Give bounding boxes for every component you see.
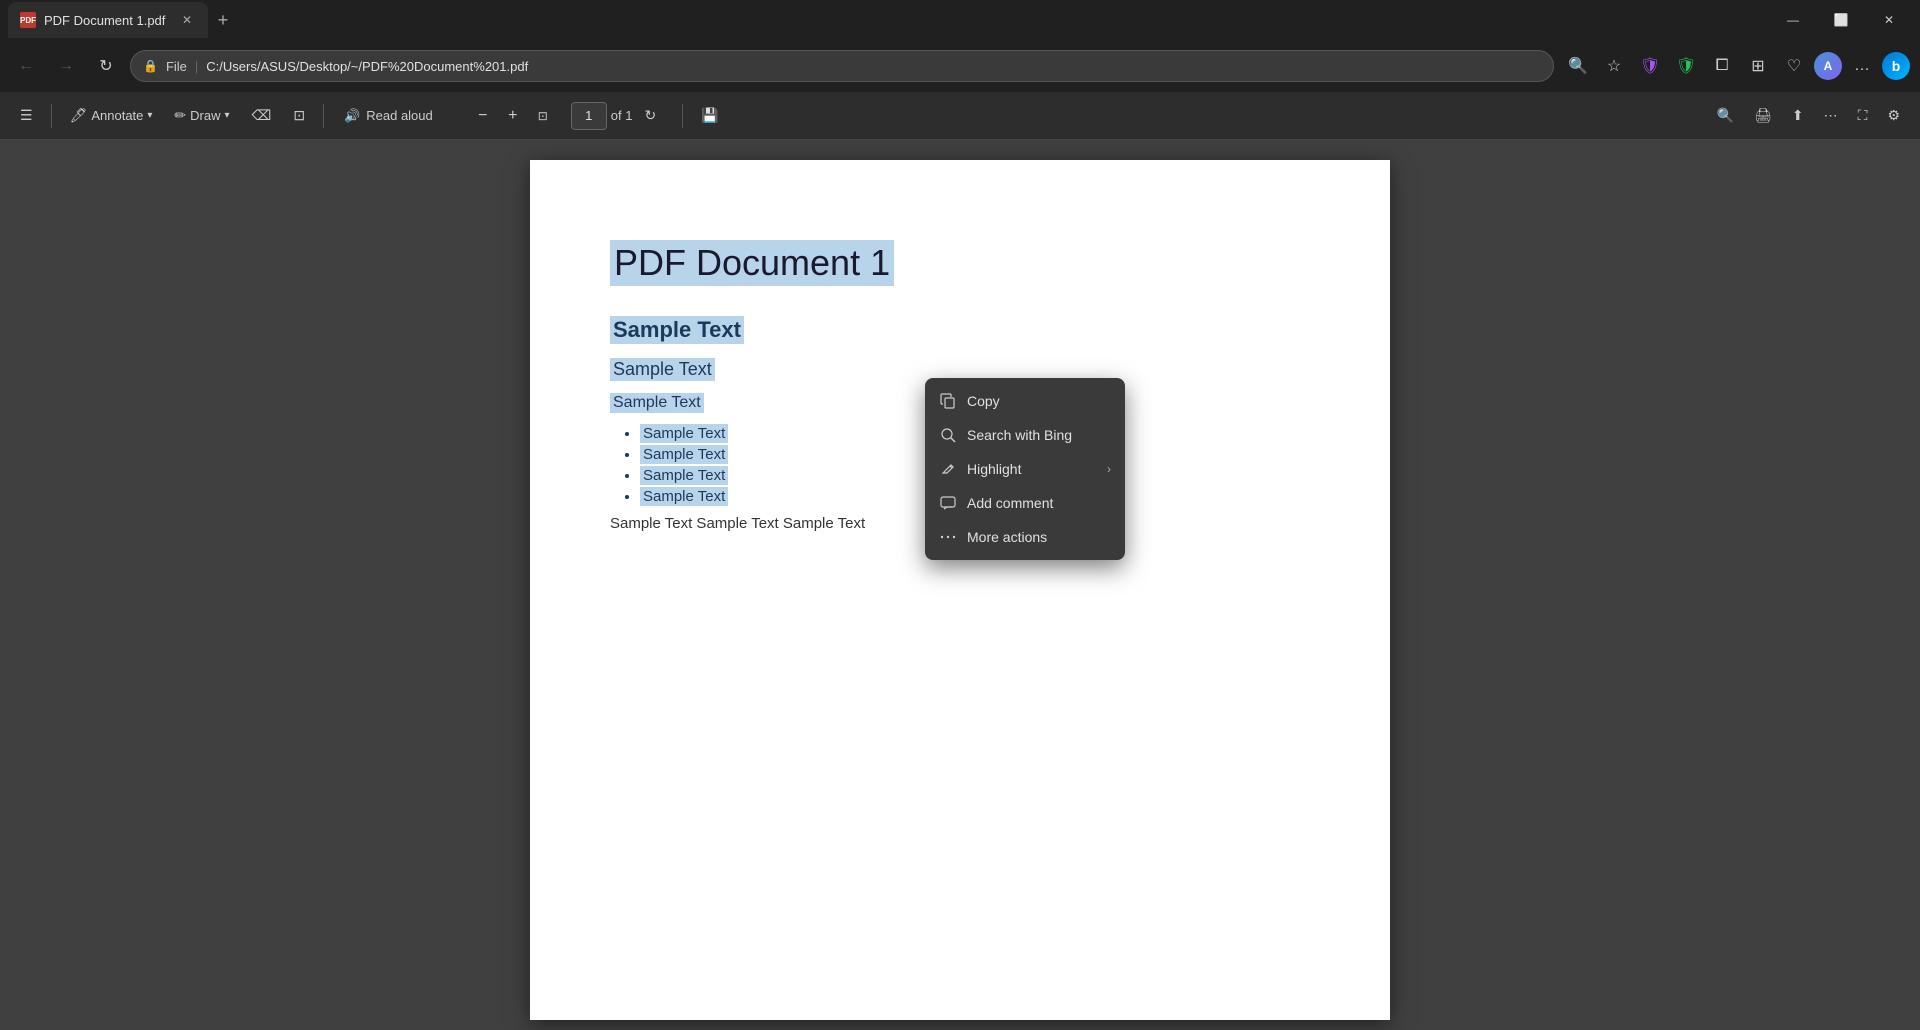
rotate-button[interactable]: ↻ (636, 100, 664, 132)
fullscreen-button[interactable]: ⛶ (1850, 100, 1876, 132)
active-tab[interactable]: PDF PDF Document 1.pdf ✕ (8, 2, 208, 38)
highlight-arrow: › (1107, 462, 1111, 476)
sidebar-icon: ☰ (20, 107, 33, 124)
zoom-out-button[interactable]: − (469, 102, 497, 130)
draw-label: Draw (190, 108, 220, 123)
read-aloud-icon: 🔊 (344, 108, 360, 124)
pdf-heading-4: Sample Text (610, 393, 704, 413)
eraser-icon: ⌫ (252, 107, 272, 124)
context-menu-highlight[interactable]: Highlight › (925, 452, 1125, 486)
tab-favicon: PDF (20, 12, 36, 28)
more-options-icon[interactable]: … (1846, 50, 1878, 82)
more-actions-icon: ⋯ (1824, 107, 1838, 124)
pdf-content-area: PDF Document 1 Sample Text Sample Text S… (0, 140, 1920, 1030)
read-aloud-label: Read aloud (366, 108, 433, 123)
save-button[interactable]: 💾 (693, 100, 726, 132)
comment-icon (939, 494, 957, 512)
context-menu-more-actions[interactable]: More actions (925, 520, 1125, 554)
pdf-toolbar-right: 🔍 🖨 ⬆ ⋯ ⛶ ⚙ (1709, 100, 1908, 132)
more-pdf-actions-button[interactable]: ⋯ (1816, 100, 1846, 132)
favorites-list-icon[interactable]: ♡ (1778, 50, 1810, 82)
share-button[interactable]: ⬆ (1784, 100, 1812, 132)
annotate-icon: 🖊 (70, 107, 88, 124)
more-actions-menu-icon (939, 528, 957, 546)
address-input[interactable]: 🔒 File | C:/Users/ASUS/Desktop/~/PDF%20D… (130, 50, 1554, 82)
page-number-input[interactable] (571, 102, 607, 130)
pdf-page: PDF Document 1 Sample Text Sample Text S… (530, 160, 1390, 1020)
page-controls: of 1 ↻ (571, 100, 664, 132)
tab-title: PDF Document 1.pdf (44, 13, 165, 28)
maximize-button[interactable]: ⬜ (1818, 4, 1864, 36)
fullscreen-icon: ⛶ (1858, 107, 1868, 124)
annotate-dropdown-icon: ▾ (147, 110, 152, 121)
page-of-text: of 1 (611, 108, 633, 123)
print-button[interactable]: 🖨 (1746, 100, 1780, 132)
draw-dropdown-icon: ▾ (225, 110, 230, 121)
address-separator: | (195, 59, 198, 74)
split-screen-icon[interactable]: ⊞ (1742, 50, 1774, 82)
new-tab-button[interactable]: + (208, 5, 238, 35)
search-bing-label: Search with Bing (967, 427, 1072, 443)
draw-icon: ✏ (174, 107, 186, 124)
context-menu: Copy Search with Bing Hi (925, 378, 1125, 560)
tab-bar: PDF PDF Document 1.pdf ✕ + (8, 0, 238, 40)
lock-icon: 🔒 (143, 59, 158, 73)
url-text: C:/Users/ASUS/Desktop/~/PDF%20Document%2… (206, 59, 1541, 74)
context-menu-search[interactable]: Search with Bing (925, 418, 1125, 452)
draw-button[interactable]: ✏ Draw ▾ (166, 100, 237, 132)
shield-green-icon[interactable]: 🛡 (1670, 50, 1702, 82)
tab-close-button[interactable]: ✕ (178, 11, 196, 29)
highlight-label: Highlight (967, 461, 1021, 477)
zoom-in-button[interactable]: + (499, 102, 527, 130)
copy-icon (939, 392, 957, 410)
toolbar-icons: 🔍 ☆ 🛡 🛡 ⧠ ⊞ ♡ A … b (1562, 50, 1910, 82)
profile-avatar[interactable]: A (1814, 52, 1842, 80)
forward-button[interactable]: → (50, 50, 82, 82)
pdf-document-title: PDF Document 1 (610, 240, 894, 286)
context-menu-copy[interactable]: Copy (925, 384, 1125, 418)
refresh-button[interactable]: ↻ (90, 50, 122, 82)
read-aloud-button[interactable]: 🔊 Read aloud (334, 100, 443, 132)
settings-icon: ⚙ (1887, 107, 1900, 124)
address-bar: ← → ↻ 🔒 File | C:/Users/ASUS/Desktop/~/P… (0, 40, 1920, 92)
fit-page-icon: ⊡ (293, 107, 305, 124)
annotate-button[interactable]: 🖊 Annotate ▾ (62, 100, 161, 132)
title-bar: PDF PDF Document 1.pdf ✕ + — ⬜ ✕ (0, 0, 1920, 40)
search-button[interactable]: 🔍 (1709, 100, 1742, 132)
minimize-button[interactable]: — (1770, 4, 1816, 36)
fit-button[interactable]: ⊡ (529, 102, 557, 130)
add-comment-label: Add comment (967, 495, 1053, 511)
eraser-button[interactable]: ⌫ (244, 100, 280, 132)
zoom-icon[interactable]: 🔍 (1562, 50, 1594, 82)
back-button[interactable]: ← (10, 50, 42, 82)
toolbar-separator-2 (323, 104, 324, 128)
toolbar-separator-1 (51, 104, 52, 128)
search-bing-icon (939, 426, 957, 444)
more-actions-label: More actions (967, 529, 1047, 545)
context-menu-add-comment[interactable]: Add comment (925, 486, 1125, 520)
zoom-controls: − + ⊡ (469, 102, 557, 130)
fit-page-button[interactable]: ⊡ (285, 100, 313, 132)
settings-button[interactable]: ⚙ (1879, 100, 1908, 132)
pdf-heading-3: Sample Text (610, 358, 715, 381)
save-icon: 💾 (701, 107, 718, 124)
share-icon: ⬆ (1792, 107, 1804, 124)
print-icon: 🖨 (1754, 107, 1772, 124)
copy-label: Copy (967, 393, 1000, 409)
close-button[interactable]: ✕ (1866, 4, 1912, 36)
shield-icon[interactable]: 🛡 (1634, 50, 1666, 82)
highlight-icon (939, 460, 957, 478)
pdf-section-1: Sample Text (610, 316, 1310, 350)
file-label: File (166, 59, 187, 74)
toggle-sidebar-button[interactable]: ☰ (12, 100, 41, 132)
annotate-label: Annotate (91, 108, 143, 123)
bing-button[interactable]: b (1882, 52, 1910, 80)
pdf-heading-2: Sample Text (610, 316, 744, 344)
extension-icon[interactable]: ⧠ (1706, 50, 1738, 82)
toolbar-separator-3 (682, 104, 683, 128)
search-icon: 🔍 (1717, 107, 1734, 124)
pdf-toolbar: ☰ 🖊 Annotate ▾ ✏ Draw ▾ ⌫ ⊡ 🔊 Read aloud… (0, 92, 1920, 140)
favorites-icon[interactable]: ☆ (1598, 50, 1630, 82)
window-controls: — ⬜ ✕ (1770, 4, 1912, 36)
